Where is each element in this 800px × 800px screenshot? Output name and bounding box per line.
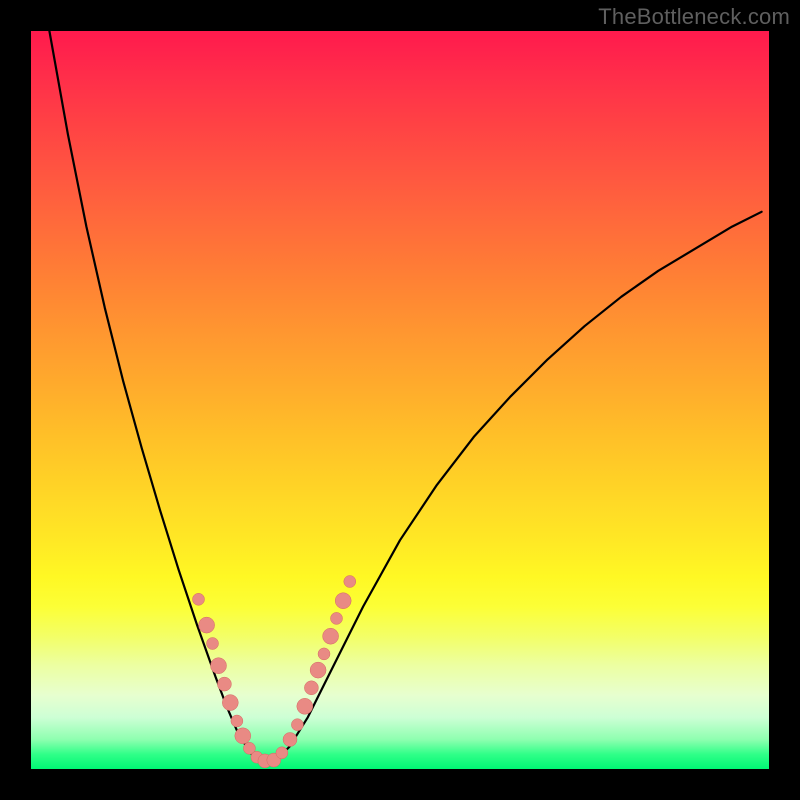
- highlight-dot: [231, 715, 243, 727]
- highlight-dot: [217, 677, 231, 691]
- highlight-dot: [344, 576, 356, 588]
- highlight-dot: [323, 628, 339, 644]
- highlight-dot: [211, 658, 227, 674]
- chart-frame: TheBottleneck.com: [0, 0, 800, 800]
- highlight-dot: [193, 593, 205, 605]
- highlight-dot: [310, 662, 326, 678]
- highlight-dot: [304, 681, 318, 695]
- highlight-dot: [207, 638, 219, 650]
- highlight-dot: [235, 728, 251, 744]
- highlight-dot: [331, 612, 343, 624]
- curves-layer: [31, 31, 769, 769]
- highlight-dot: [291, 719, 303, 731]
- right-branch-line: [275, 212, 762, 762]
- highlight-dot: [297, 698, 313, 714]
- plot-area: [31, 31, 769, 769]
- highlight-dot: [222, 695, 238, 711]
- highlight-dot: [276, 747, 288, 759]
- left-branch-line: [49, 31, 257, 762]
- highlight-dot: [318, 648, 330, 660]
- highlight-dot: [335, 593, 351, 609]
- watermark-text: TheBottleneck.com: [598, 4, 790, 30]
- highlight-dot: [283, 733, 297, 747]
- highlight-dot: [199, 617, 215, 633]
